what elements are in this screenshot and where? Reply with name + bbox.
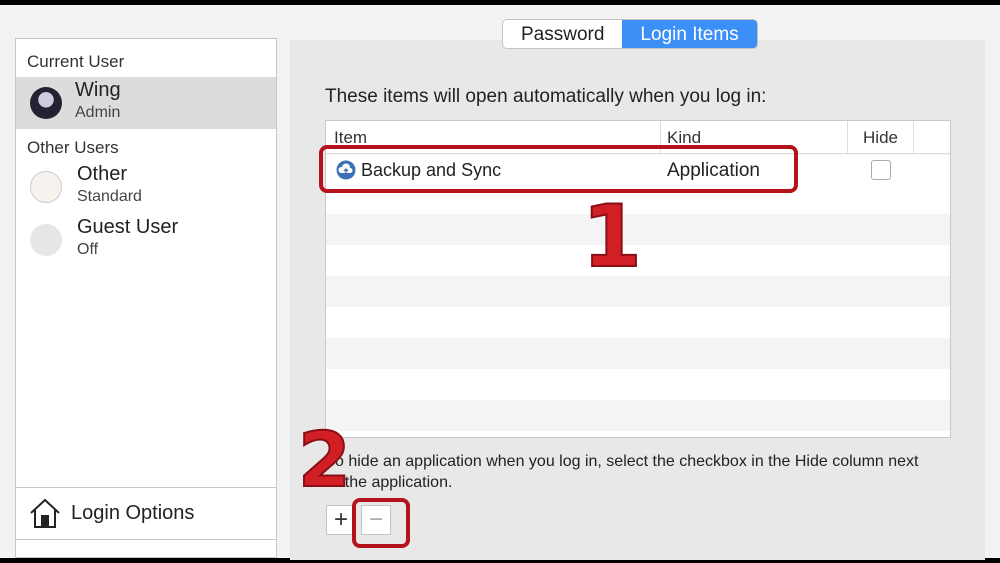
sidebar-toolbar	[16, 539, 276, 559]
highlight-box-1	[319, 145, 798, 193]
tab-bar: Password Login Items	[502, 19, 758, 49]
avatar	[30, 87, 62, 119]
users-sidebar: Current User Wing Admin Other Users Othe…	[15, 38, 277, 558]
highlight-box-2	[352, 498, 410, 548]
annotation-1: 1	[581, 187, 643, 287]
baseball-avatar-icon	[30, 171, 62, 203]
tab-password[interactable]: Password	[503, 20, 622, 48]
user-role: Admin	[75, 104, 121, 121]
current-user-header: Current User	[27, 52, 125, 71]
guest-avatar-icon	[30, 224, 62, 256]
user-name: Other	[77, 163, 128, 185]
column-hide[interactable]: Hide	[848, 121, 914, 154]
help-text: To hide an application when you log in, …	[327, 453, 919, 491]
user-role: Standard	[77, 188, 142, 205]
user-other[interactable]: Other Standard	[16, 161, 276, 213]
intro-text: These items will open automatically when…	[325, 86, 767, 107]
column-filler	[914, 121, 950, 154]
house-icon	[30, 498, 60, 528]
login-options-item[interactable]: Login Options	[16, 487, 276, 539]
user-guest[interactable]: Guest User Off	[16, 214, 276, 266]
other-users-header: Other Users	[27, 138, 119, 157]
tab-login-items[interactable]: Login Items	[622, 20, 757, 48]
user-role: Off	[77, 241, 99, 258]
annotation-2: 2	[297, 415, 352, 504]
user-name: Wing	[75, 79, 121, 101]
hide-checkbox[interactable]	[871, 160, 891, 180]
login-options-label: Login Options	[71, 502, 195, 524]
user-name: Guest User	[77, 216, 179, 238]
user-wing[interactable]: Wing Admin	[16, 77, 276, 129]
